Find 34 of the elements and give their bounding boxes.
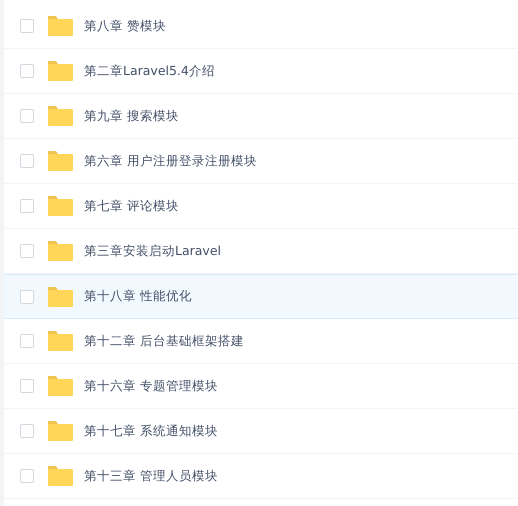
checkbox[interactable] [20, 379, 34, 393]
checkbox[interactable] [20, 334, 34, 348]
checkbox[interactable] [20, 290, 34, 304]
file-name[interactable]: 第六章 用户注册登录注册模块 [84, 152, 257, 170]
file-name[interactable]: 第二章Laravel5.4介绍 [84, 62, 215, 80]
checkbox[interactable] [20, 19, 34, 33]
folder-icon [47, 330, 73, 352]
folder-icon [47, 240, 73, 262]
folder-icon [47, 195, 73, 217]
folder-icon [47, 105, 73, 127]
folder-icon [47, 15, 73, 37]
file-name[interactable]: 第十三章 管理人员模块 [84, 466, 218, 486]
file-name[interactable]: 第十八章 性能优化 [84, 287, 192, 306]
folder-icon [47, 150, 73, 172]
checkbox[interactable] [20, 244, 34, 258]
file-name[interactable]: 第三章安装启动Laravel [84, 242, 221, 260]
folder-icon [47, 420, 73, 442]
file-name[interactable]: 第七章 评论模块 [84, 196, 179, 216]
file-name[interactable]: 第八章 赞模块 [84, 16, 166, 36]
folder-icon [47, 60, 73, 82]
file-row[interactable]: 第十八章 性能优化 [4, 274, 518, 319]
file-name[interactable]: 第十二章 后台基础框架搭建 [84, 332, 244, 350]
checkbox[interactable] [20, 469, 34, 483]
checkbox[interactable] [20, 64, 34, 78]
file-name[interactable]: 第十七章 系统通知模块 [84, 422, 218, 440]
folder-icon [47, 375, 73, 397]
file-name[interactable]: 第十六章 专题管理模块 [84, 376, 218, 396]
folder-icon [47, 465, 73, 487]
folder-icon [47, 286, 73, 308]
checkbox[interactable] [20, 199, 34, 213]
file-name[interactable]: 第九章 搜索模块 [84, 106, 179, 126]
checkbox[interactable] [20, 154, 34, 168]
checkbox[interactable] [20, 109, 34, 123]
checkbox[interactable] [20, 424, 34, 438]
